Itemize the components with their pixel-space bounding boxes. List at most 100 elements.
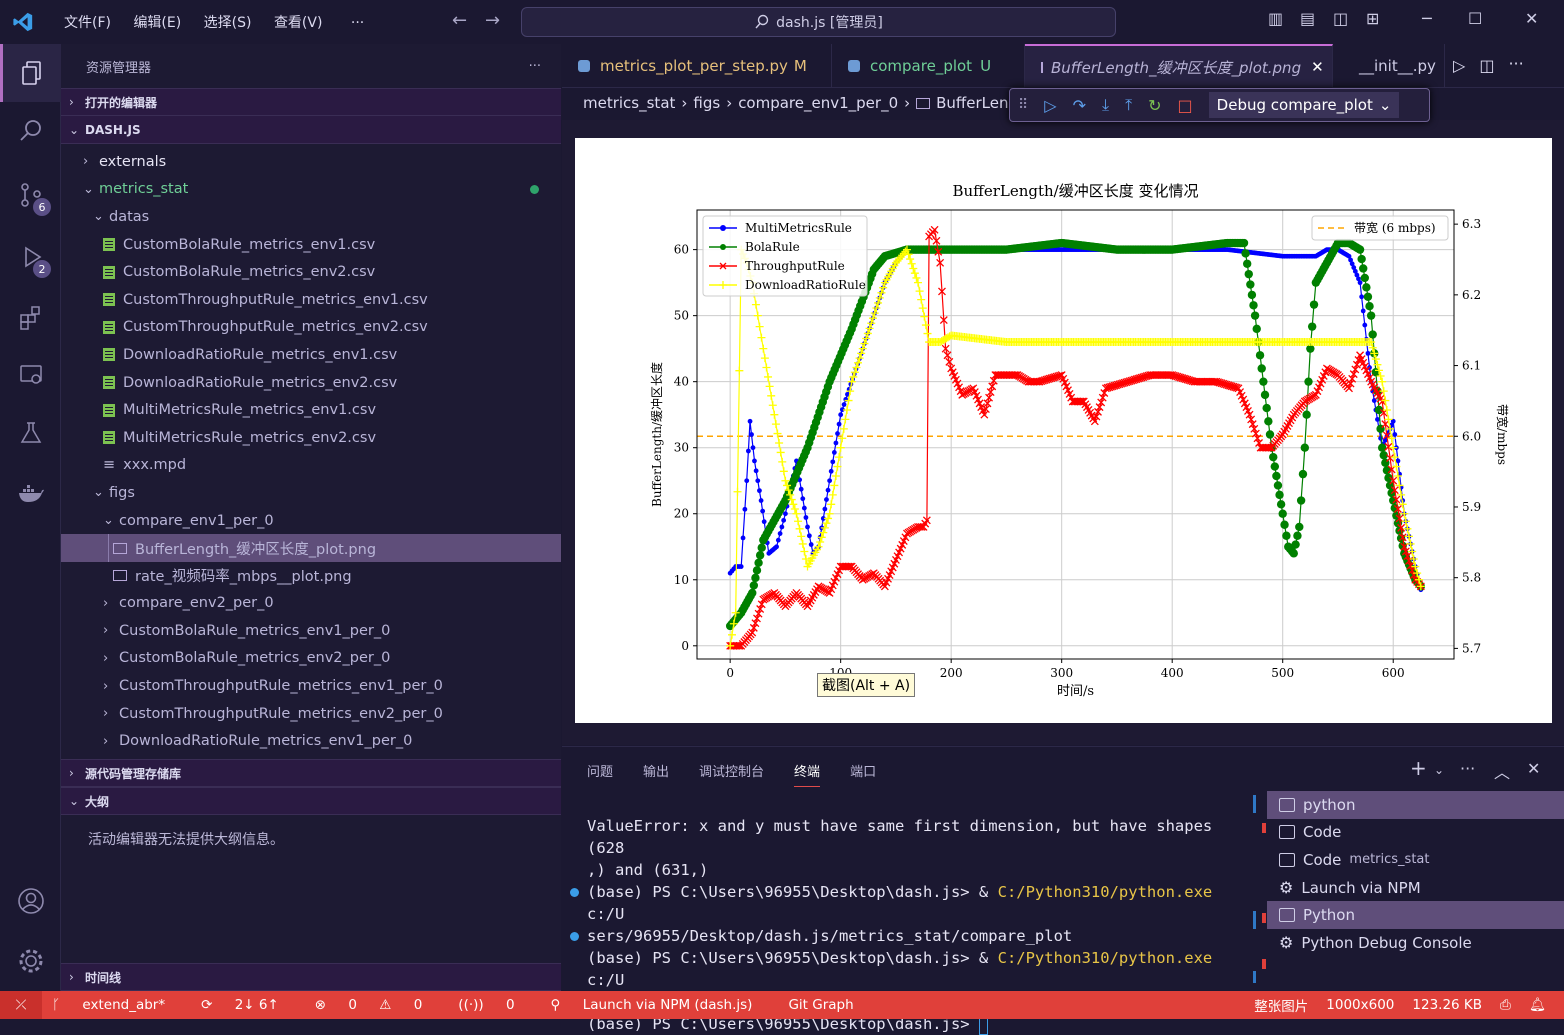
tree-folder[interactable]: › externals — [61, 148, 561, 176]
command-decoration-icon[interactable] — [570, 888, 579, 897]
drag-handle-icon[interactable]: ⠿ — [1018, 97, 1028, 113]
menu-file[interactable]: 文件(F) — [64, 12, 111, 32]
terminal-instance[interactable]: Python — [1267, 901, 1564, 929]
git-branch[interactable]: ᚴ extend_abr* — [52, 997, 183, 1013]
tab-init-py[interactable]: __init__.py — [1333, 44, 1445, 88]
continue-icon[interactable]: ▷ — [1044, 96, 1056, 115]
maximize-panel-icon[interactable]: ︿ — [1494, 759, 1510, 783]
menu-view[interactable]: 查看(V) — [274, 12, 323, 32]
close-window-icon[interactable]: ✕ — [1525, 9, 1538, 28]
menu-edit[interactable]: 编辑(E) — [133, 12, 181, 32]
tree-file[interactable]: CustomThroughputRule_metrics_env1.csv — [61, 286, 561, 314]
editor-more-icon[interactable]: ··· — [1508, 54, 1523, 87]
tree-folder[interactable]: ⌄ datas — [61, 203, 561, 231]
breadcrumb-item[interactable]: figs — [693, 94, 720, 112]
customize-layout-icon[interactable]: ⊞ — [1366, 9, 1379, 28]
command-center-search[interactable]: dash.js [管理员] — [521, 7, 1116, 37]
tree-file[interactable]: MultiMetricsRule_metrics_env1.csv — [61, 396, 561, 424]
tree-folder[interactable]: › CustomThroughputRule_metrics_env2_per_0 — [61, 700, 561, 728]
tree-folder[interactable]: › compare_env2_per_0 — [61, 590, 561, 618]
tab-compare-plot[interactable]: compare_plot U — [832, 44, 1025, 88]
tree-folder[interactable]: ⌄ metrics_stat — [61, 176, 561, 204]
source-control-icon[interactable]: 6 — [0, 166, 61, 224]
tree-file[interactable]: CustomBolaRule_metrics_env2.csv — [61, 258, 561, 286]
new-terminal-plus-icon[interactable]: + — [1410, 756, 1427, 780]
tree-file[interactable]: DownloadRatioRule_metrics_env1.csv — [61, 341, 561, 369]
docker-icon[interactable] — [0, 464, 61, 522]
breadcrumb-item[interactable]: metrics_stat — [583, 94, 675, 112]
minimize-icon[interactable]: ─ — [1422, 9, 1432, 28]
terminal-instance[interactable]: Code — [1267, 819, 1564, 847]
terminal-instance[interactable]: ⚙ Launch via NPM — [1267, 874, 1564, 902]
tab-close-icon[interactable]: ✕ — [1311, 58, 1324, 76]
tab-debug-console[interactable]: 调试控制台 — [699, 761, 764, 787]
step-out-icon[interactable]: ⤒ — [1125, 95, 1132, 115]
tree-folder[interactable]: › CustomBolaRule_metrics_env2_per_0 — [61, 645, 561, 673]
explorer-more-button[interactable]: ··· — [529, 59, 541, 74]
timeline-section[interactable]: › 时间线 — [61, 963, 561, 991]
feedback-icon[interactable]: ⎙ — [1500, 997, 1511, 1013]
breadcrumb-item[interactable]: BufferLeng — [936, 94, 1018, 112]
notifications-bell-icon[interactable]: 🔔︎ — [1529, 997, 1546, 1013]
menu-selection[interactable]: 选择(S) — [204, 12, 252, 32]
search-view-icon[interactable] — [0, 102, 61, 160]
explorer-icon[interactable] — [0, 44, 61, 102]
back-arrow-icon[interactable]: ← — [452, 10, 467, 31]
launch-config[interactable]: ⚲ Launch via NPM (dash.js) — [551, 997, 771, 1013]
menu-more[interactable]: ··· — [351, 15, 364, 31]
terminal-instance[interactable]: Code metrics_stat — [1267, 846, 1564, 874]
terminal-instance[interactable]: ⚙ Python Debug Console — [1267, 929, 1564, 957]
terminal-instance[interactable]: python — [1267, 791, 1564, 819]
split-editor-icon[interactable]: ◫ — [1479, 56, 1494, 87]
settings-gear-icon[interactable] — [0, 932, 61, 990]
extensions-icon[interactable] — [0, 288, 61, 346]
git-sync[interactable]: ⟳ 2↓ 6↑ — [201, 997, 297, 1013]
problems-indicator[interactable]: ⊗ 0 ⚠ 0 — [315, 997, 441, 1013]
tree-file[interactable]: CustomThroughputRule_metrics_env2.csv — [61, 314, 561, 342]
step-over-icon[interactable]: ↷ — [1073, 96, 1086, 115]
toggle-panel-icon[interactable]: ▤ — [1300, 9, 1315, 28]
tree-file[interactable]: MultiMetricsRule_metrics_env2.csv — [61, 424, 561, 452]
restart-icon[interactable]: ↻ — [1148, 96, 1161, 115]
tree-file[interactable]: BufferLength_缓冲区长度_plot.png — [61, 534, 561, 562]
tree-file[interactable]: ≡ xxx.mpd — [61, 452, 561, 480]
tab-ports[interactable]: 端口 — [850, 761, 876, 787]
tree-folder[interactable]: ⌄ compare_env1_per_0 — [61, 507, 561, 535]
panel-more-icon[interactable]: ··· — [1460, 759, 1475, 778]
tree-file[interactable]: DownloadRatioRule_metrics_env2.csv — [61, 369, 561, 397]
accounts-icon[interactable] — [0, 872, 61, 930]
chevron-down-icon[interactable]: ⌄ — [1434, 763, 1444, 777]
remote-explorer-icon[interactable] — [0, 346, 61, 404]
run-file-icon[interactable]: ▷ — [1453, 56, 1465, 87]
image-view-mode[interactable]: 整张图片 — [1254, 995, 1308, 1015]
tab-metrics-plot-per-step[interactable]: metrics_plot_per_step.py M — [562, 44, 832, 88]
breadcrumb-item[interactable]: compare_env1_per_0 — [738, 94, 898, 112]
tree-folder[interactable]: › CustomThroughputRule_metrics_env1_per_0 — [61, 672, 561, 700]
run-debug-icon[interactable]: 2 — [0, 228, 61, 286]
tree-folder[interactable]: ⌄ figs — [61, 479, 561, 507]
tab-output[interactable]: 输出 — [643, 761, 669, 787]
tab-bufferlength-plot[interactable]: BufferLength_缓冲区长度_plot.png ✕ — [1025, 44, 1333, 88]
tree-folder[interactable]: › CustomBolaRule_metrics_env1_per_0 — [61, 617, 561, 645]
step-into-icon[interactable]: ⤓ — [1102, 95, 1109, 115]
testing-flask-icon[interactable] — [0, 404, 61, 462]
forward-arrow-icon[interactable]: → — [485, 10, 500, 31]
project-section[interactable]: ⌄ DASH.JS — [61, 116, 561, 144]
scm-section[interactable]: › 源代码管理存储库 — [61, 759, 561, 787]
git-graph[interactable]: Git Graph — [788, 997, 853, 1013]
close-panel-icon[interactable]: ✕ — [1527, 759, 1540, 778]
open-editors-section[interactable]: › 打开的编辑器 — [61, 88, 561, 116]
tree-file[interactable]: rate_视频码率_mbps__plot.png — [61, 562, 561, 590]
terminal-scrollbar[interactable] — [1253, 791, 1256, 987]
stop-icon[interactable]: □ — [1178, 96, 1193, 115]
outline-section[interactable]: ⌄ 大纲 — [61, 787, 561, 815]
ports-indicator[interactable]: ((·)) 0 — [458, 997, 532, 1013]
command-decoration-icon[interactable] — [570, 932, 579, 941]
tree-folder[interactable]: › DownloadRatioRule_metrics_env1_per_0 — [61, 727, 561, 755]
remote-indicator-icon[interactable]: ⤫ — [0, 991, 42, 1019]
tab-terminal[interactable]: 终端 — [794, 761, 821, 787]
toggle-sidebar-icon[interactable]: ▥ — [1268, 9, 1283, 28]
toggle-secondary-sidebar-icon[interactable]: ◫ — [1333, 9, 1348, 28]
debug-config-select[interactable]: Debug compare_plot ⌄ — [1208, 92, 1400, 118]
tree-file[interactable]: CustomBolaRule_metrics_env1.csv — [61, 231, 561, 259]
